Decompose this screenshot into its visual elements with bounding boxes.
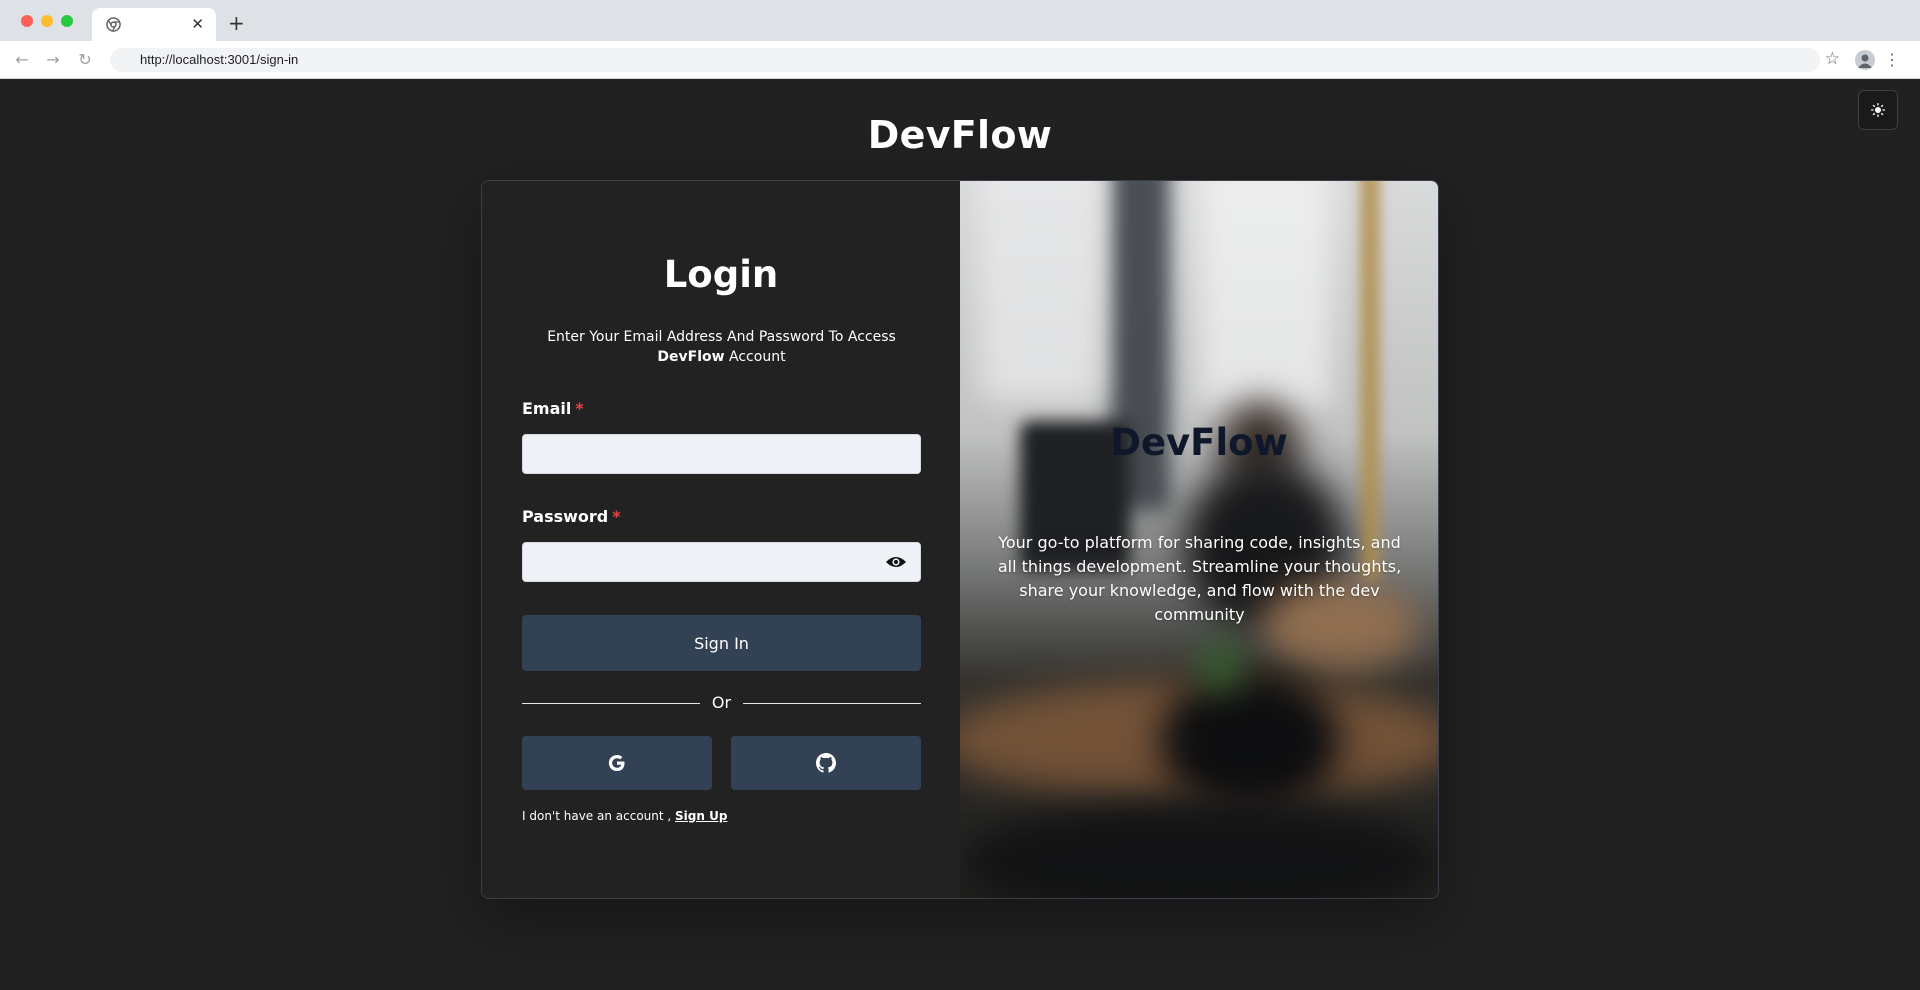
site-brand-title: DevFlow — [867, 113, 1053, 157]
email-label: Email * — [522, 399, 584, 418]
github-icon — [816, 753, 836, 773]
chrome-icon — [106, 17, 121, 32]
password-label: Password * — [522, 507, 621, 526]
subtitle-brand: DevFlow — [657, 349, 725, 365]
profile-avatar-icon[interactable] — [1855, 50, 1875, 70]
sign-up-link[interactable]: Sign Up — [675, 809, 727, 823]
forward-icon[interactable]: → — [43, 50, 63, 70]
browser-menu-icon[interactable]: ⋮ — [1884, 50, 1900, 70]
email-label-text: Email — [522, 399, 572, 418]
google-icon — [608, 755, 625, 771]
url-input[interactable]: http://localhost:3001/sign-in — [110, 48, 1820, 72]
password-label-text: Password — [522, 507, 609, 526]
required-marker: * — [612, 507, 621, 526]
subtitle-suffix: Account — [724, 349, 786, 365]
promo-panel: DevFlow Your go-to platform for sharing … — [960, 181, 1438, 898]
login-form-panel: Login Enter Your Email Address And Passw… — [482, 181, 960, 898]
auth-card: Login Enter Your Email Address And Passw… — [481, 180, 1439, 899]
window-controls — [21, 15, 73, 27]
promo-description: Your go-to platform for sharing code, in… — [997, 533, 1402, 624]
divider-line-right — [743, 703, 921, 704]
browser-tab-bar: ✕ + — [0, 0, 1920, 41]
signup-prompt: I don't have an account , Sign Up — [522, 809, 727, 823]
github-signin-button[interactable] — [731, 736, 921, 790]
subtitle-prefix: Enter Your Email Address And Password To… — [547, 329, 896, 345]
person-icon — [1858, 54, 1872, 68]
back-icon[interactable]: ← — [12, 50, 32, 70]
sign-in-button[interactable]: Sign In — [522, 615, 921, 671]
maximize-window-button[interactable] — [61, 15, 73, 27]
google-signin-button[interactable] — [522, 736, 712, 790]
promo-title: DevFlow — [1110, 421, 1288, 464]
minimize-window-button[interactable] — [41, 15, 53, 27]
reload-icon[interactable]: ↻ — [75, 50, 95, 70]
email-field[interactable] — [522, 434, 921, 474]
login-title: Login — [663, 253, 779, 296]
browser-tab[interactable]: ✕ — [92, 8, 216, 41]
or-divider: Or — [522, 693, 921, 713]
close-window-button[interactable] — [21, 15, 33, 27]
login-subtitle: Enter Your Email Address And Password To… — [522, 327, 921, 367]
required-marker: * — [575, 399, 584, 418]
eye-icon[interactable] — [885, 554, 907, 570]
tab-close-icon[interactable]: ✕ — [191, 15, 204, 33]
address-bar: ← → ↻ http://localhost:3001/sign-in ☆ ⋮ — [0, 41, 1920, 79]
password-field[interactable] — [522, 542, 921, 582]
bookmark-star-icon[interactable]: ☆ — [1825, 49, 1840, 69]
new-tab-button[interactable]: + — [228, 12, 245, 34]
signup-prompt-text: I don't have an account , — [522, 809, 676, 823]
